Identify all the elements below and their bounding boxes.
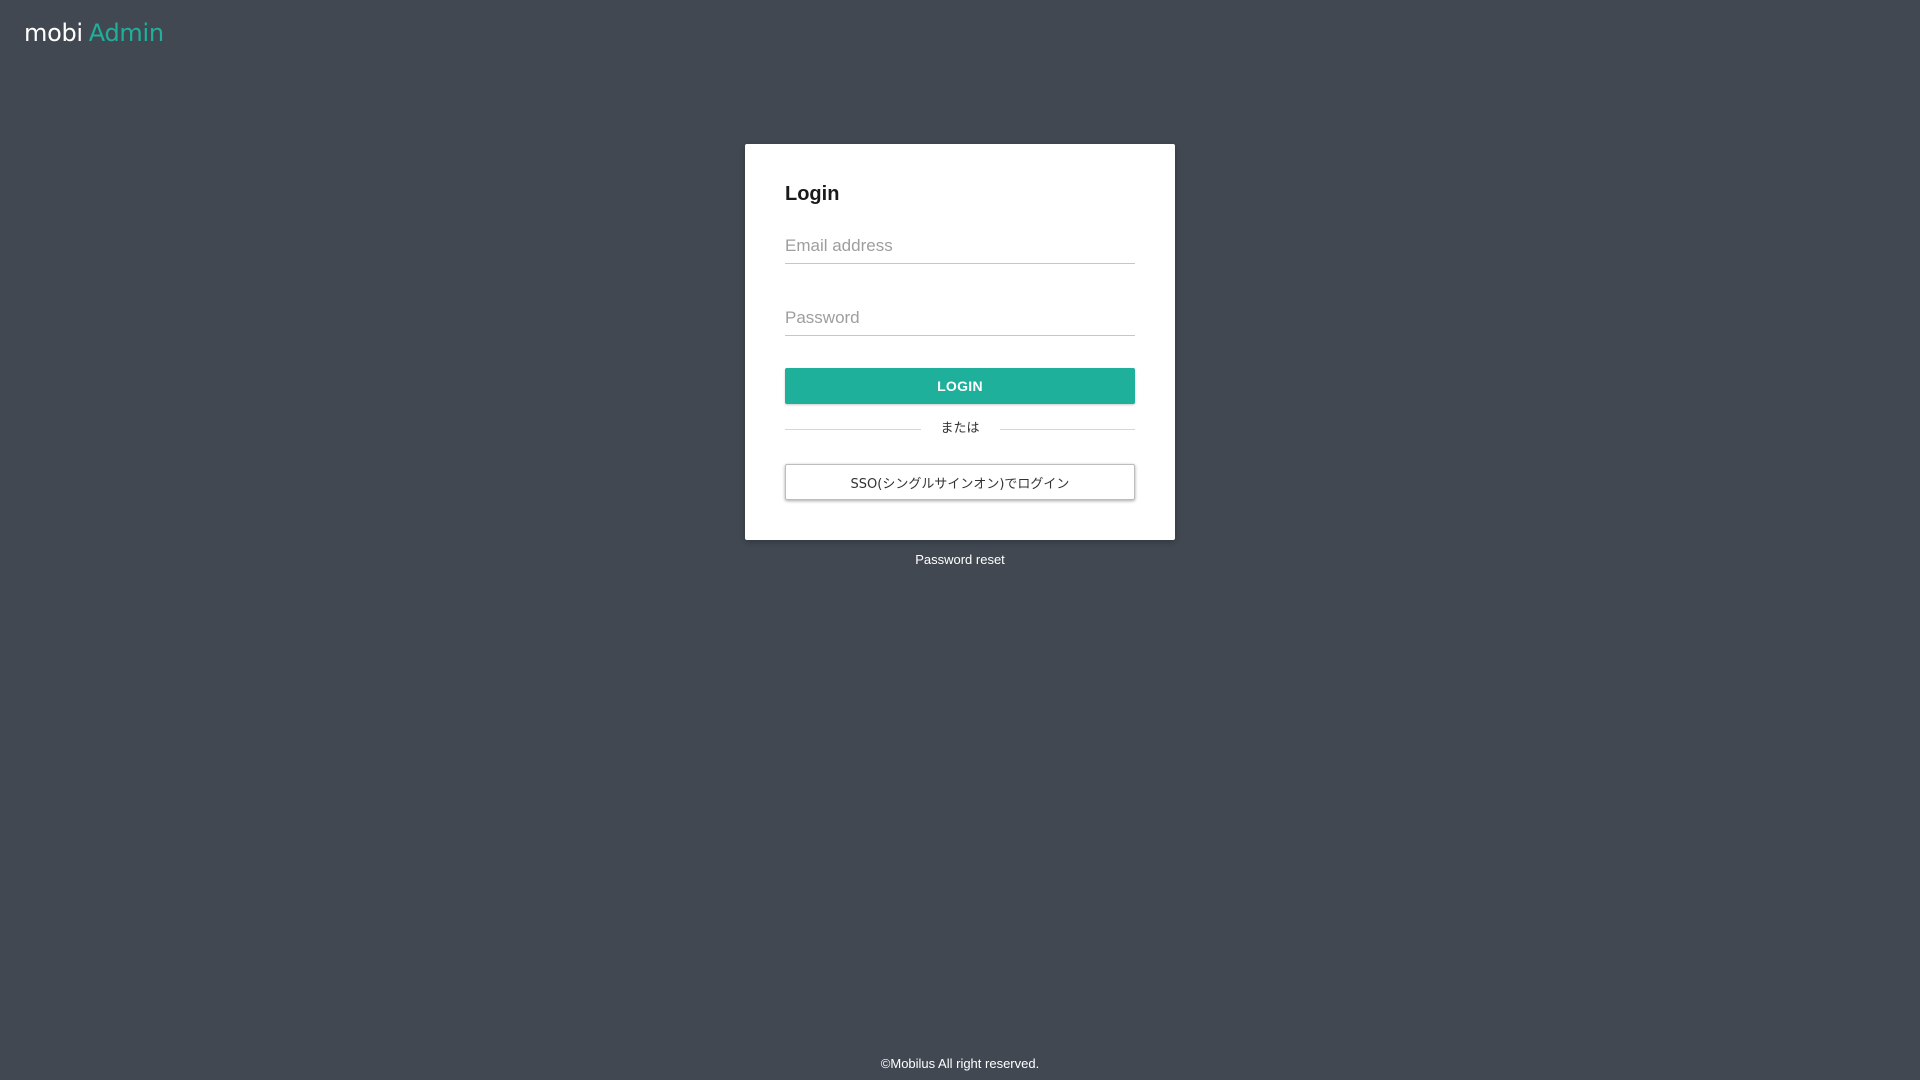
password-input[interactable]: [785, 300, 1135, 336]
divider-line-left: [785, 428, 921, 430]
email-input[interactable]: [785, 228, 1135, 264]
sso-login-button[interactable]: SSO(シングルサインオン)でログイン: [785, 464, 1135, 500]
divider-text: または: [940, 421, 980, 436]
divider-line-right: [999, 428, 1136, 430]
login-title: Login: [785, 183, 840, 205]
or-divider: または: [785, 419, 1136, 439]
password-reset-link[interactable]: Password reset: [915, 552, 1005, 567]
password-reset-container: Password reset: [0, 551, 1920, 569]
footer-copyright: ©Mobilus All right reserved.: [880, 1056, 1040, 1071]
logo-text-mobi: mobi: [24, 19, 83, 47]
logo-text-admin: Admin: [88, 19, 164, 47]
login-card: Login LOGIN または SSO(シングルサインオン)でログイン: [745, 144, 1175, 540]
app-logo: mobi Admin: [24, 18, 164, 48]
login-button[interactable]: LOGIN: [785, 368, 1135, 404]
